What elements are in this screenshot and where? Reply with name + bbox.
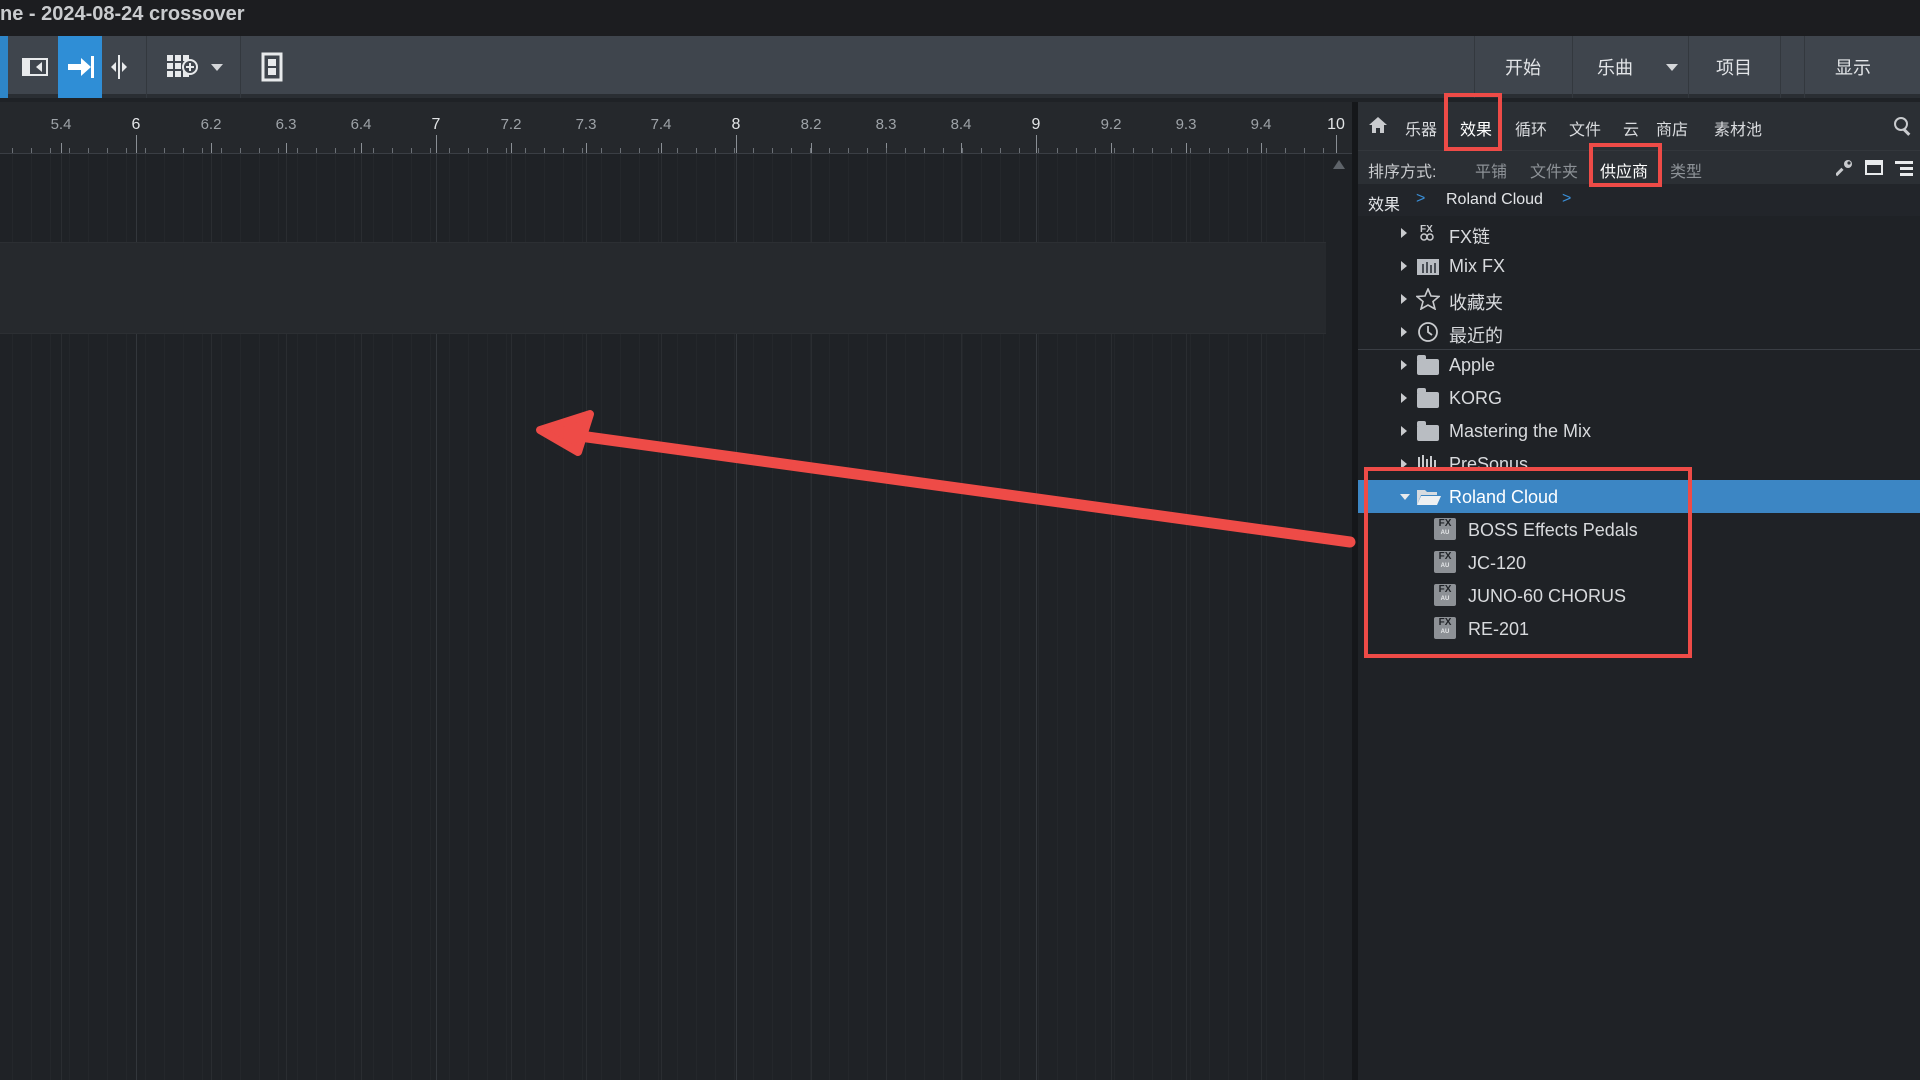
arrow-head-icon <box>536 410 594 456</box>
arrow-shaft <box>574 430 1356 548</box>
drag-arrow-annotation <box>536 410 1356 548</box>
